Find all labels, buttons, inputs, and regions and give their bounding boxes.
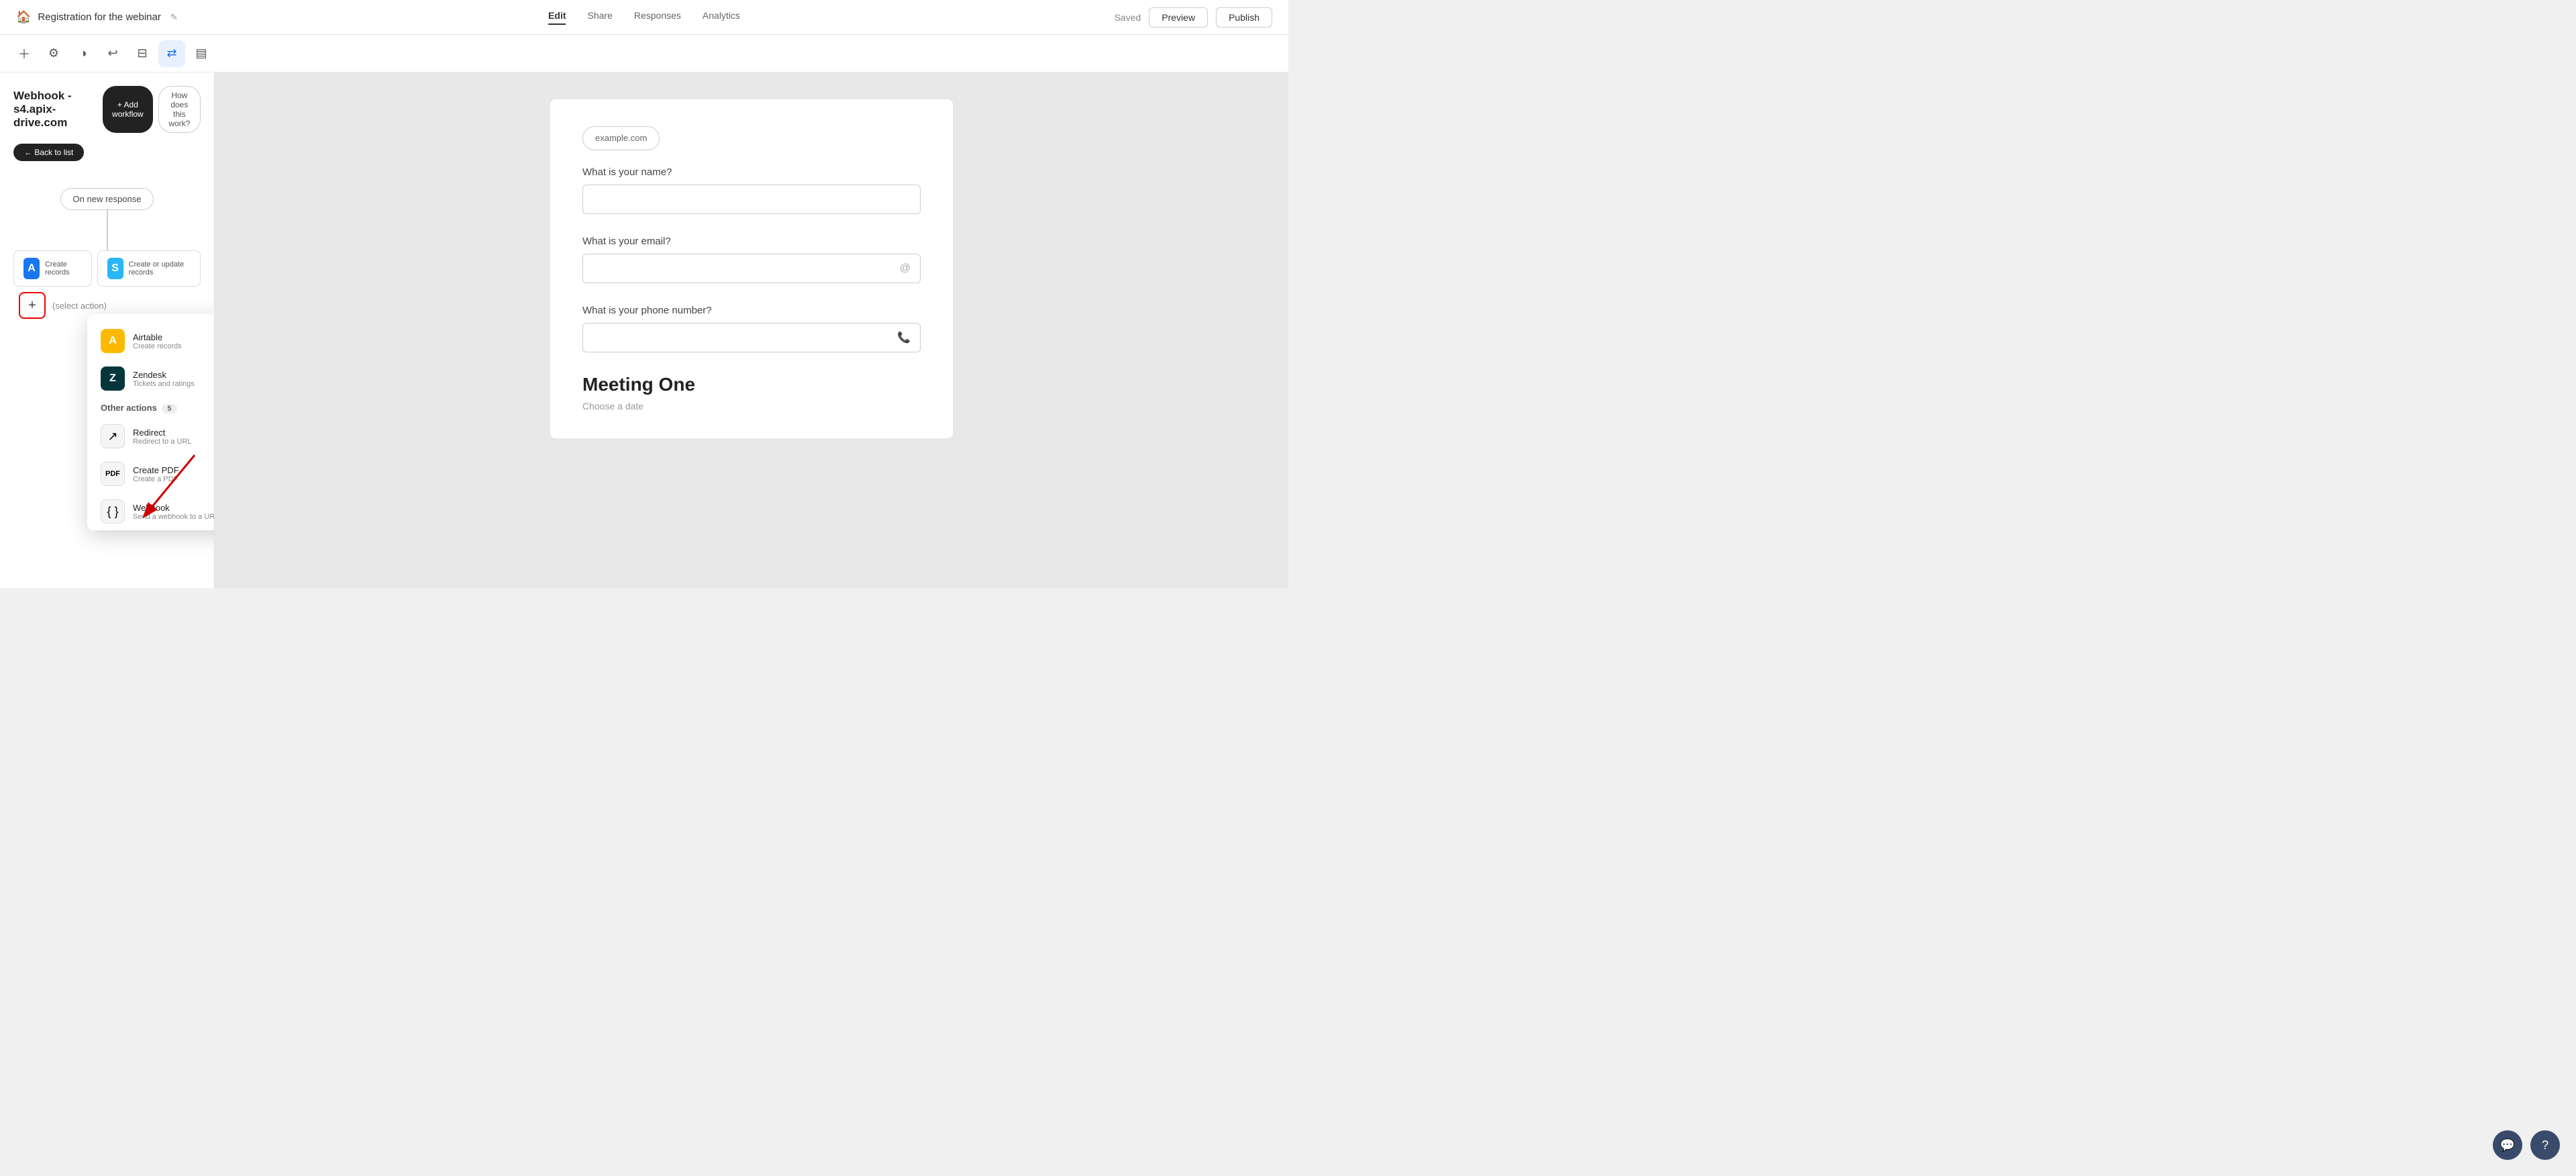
- other-actions-badge: 5: [162, 404, 176, 413]
- webhook-icon: { }: [101, 499, 125, 524]
- redirect-icon: ↗: [101, 424, 125, 448]
- action-picker-scroll: A Airtable Create records S Salesforce: [87, 314, 215, 530]
- webhook-desc: Send a webhook to a URL: [133, 513, 215, 521]
- email-input[interactable]: @: [582, 254, 921, 283]
- nav-right: Saved Preview Publish: [1115, 7, 1272, 28]
- tab-share[interactable]: Share: [588, 10, 613, 25]
- toolbar-layout-btn[interactable]: ▤: [188, 40, 215, 67]
- airtable-node-label: Create records: [45, 260, 82, 277]
- select-action-text: (select action): [52, 301, 107, 311]
- publish-button[interactable]: Publish: [1216, 7, 1272, 28]
- saved-status: Saved: [1115, 12, 1141, 23]
- zendesk-icon: Z: [101, 366, 125, 391]
- main-area: Webhook - s4.apix-drive.com + Add workfl…: [0, 72, 1288, 588]
- form-background-area: example.com What is your name? What is y…: [215, 72, 1288, 588]
- toolbar-add-btn[interactable]: ＋: [11, 40, 38, 67]
- email-at-icon: @: [900, 262, 911, 275]
- how-does-this-work-button[interactable]: How does this work?: [158, 86, 201, 133]
- tab-edit[interactable]: Edit: [548, 10, 566, 25]
- airtable-node[interactable]: A Create records: [13, 250, 92, 287]
- salesforce-node-icon: S: [107, 258, 123, 279]
- salesforce-node-label: Create or update records: [129, 260, 191, 277]
- email-field-group: What is your email? @: [582, 236, 921, 283]
- back-to-list-button[interactable]: ← Back to list: [13, 144, 84, 161]
- on-new-response-node: On new response: [13, 188, 201, 210]
- webhook-row: { } Webhook Send a webhook to a URL: [87, 493, 215, 530]
- email-placeholder-tag: example.com: [582, 126, 660, 150]
- toolbar-settings-btn[interactable]: ⚙: [40, 40, 67, 67]
- zendesk-row: Z Zendesk Tickets and ratings: [87, 360, 215, 397]
- form-section-title: Meeting One: [582, 374, 921, 395]
- airtable-name: Airtable: [133, 332, 182, 342]
- pdf-name: Create PDF: [133, 465, 179, 475]
- on-new-response-pill: On new response: [60, 188, 154, 210]
- email-label: What is your email?: [582, 236, 921, 247]
- airtable-icon: A: [101, 329, 125, 353]
- airtable-node-icon: A: [23, 258, 40, 279]
- redirect-desc: Redirect to a URL: [133, 438, 191, 446]
- edit-title-icon[interactable]: ✎: [170, 12, 178, 23]
- panel-header-buttons: + Add workflow How does this work?: [103, 86, 201, 133]
- action-item-zendesk[interactable]: Z Zendesk Tickets and ratings: [87, 360, 215, 397]
- chat-support-area: 💬 ?: [2493, 1130, 2560, 1160]
- node-actions-row: A Create records S Create or update reco…: [13, 250, 201, 287]
- phone-field-group: What is your phone number? 📞: [582, 305, 921, 352]
- airtable-desc: Create records: [133, 342, 182, 350]
- select-action-button[interactable]: +: [19, 292, 46, 319]
- toolbar-logic-btn[interactable]: ⊟: [129, 40, 156, 67]
- name-label: What is your name?: [582, 166, 921, 178]
- add-workflow-button[interactable]: + Add workflow: [103, 86, 153, 133]
- name-input[interactable]: [582, 185, 921, 214]
- action-item-airtable[interactable]: A Airtable Create records: [87, 322, 215, 360]
- toolbar-undo-btn[interactable]: ↩: [99, 40, 126, 67]
- panel-header: Webhook - s4.apix-drive.com + Add workfl…: [0, 72, 214, 144]
- other-actions-label: Other actions 5: [87, 397, 215, 418]
- app-title: Registration for the webinar: [38, 11, 160, 23]
- name-field-group: What is your name?: [582, 166, 921, 214]
- pdf-email-row: PDF Create PDF Create a PDF @ Email: [87, 455, 215, 493]
- action-item-pdf[interactable]: PDF Create PDF Create a PDF: [87, 455, 215, 493]
- integrations-panel: Webhook - s4.apix-drive.com + Add workfl…: [0, 72, 215, 588]
- pdf-icon: PDF: [101, 462, 125, 486]
- toolbar: ＋ ⚙ ◑ ↩ ⊟ ⇄ ▤: [0, 35, 1288, 72]
- phone-icon: 📞: [897, 331, 911, 344]
- redirect-name: Redirect: [133, 428, 191, 438]
- nav-left: 🏠 Registration for the webinar ✎: [16, 10, 178, 24]
- toolbar-theme-btn[interactable]: ◑: [70, 40, 97, 67]
- help-button[interactable]: ?: [2530, 1130, 2560, 1160]
- pdf-desc: Create a PDF: [133, 475, 179, 483]
- webhook-name: Webhook: [133, 503, 215, 513]
- action-item-webhook[interactable]: { } Webhook Send a webhook to a URL: [87, 493, 215, 530]
- chat-button[interactable]: 💬: [2493, 1130, 2522, 1160]
- zendesk-desc: Tickets and ratings: [133, 380, 195, 388]
- node-connector: [107, 210, 108, 250]
- phone-label: What is your phone number?: [582, 305, 921, 316]
- action-picker-dropdown: A Airtable Create records S Salesforce: [87, 314, 215, 530]
- email-tag-text: example.com: [595, 133, 647, 143]
- panel-title: Webhook - s4.apix-drive.com: [13, 89, 103, 130]
- zendesk-name: Zendesk: [133, 370, 195, 380]
- top-nav: 🏠 Registration for the webinar ✎ Edit Sh…: [0, 0, 1288, 35]
- home-icon[interactable]: 🏠: [16, 10, 31, 24]
- other-actions-items: ↗ Redirect Redirect to a URL ✓ Success m…: [87, 418, 215, 455]
- choose-date-label: Choose a date: [582, 401, 921, 411]
- tab-analytics[interactable]: Analytics: [703, 10, 740, 25]
- action-item-redirect[interactable]: ↗ Redirect Redirect to a URL: [87, 418, 215, 455]
- pre-section-items: A Airtable Create records S Salesforce: [87, 322, 215, 360]
- form-paper: example.com What is your name? What is y…: [550, 99, 953, 438]
- tab-responses[interactable]: Responses: [634, 10, 681, 25]
- nav-tabs: Edit Share Responses Analytics: [548, 10, 740, 25]
- toolbar-integrations-btn[interactable]: ⇄: [158, 40, 185, 67]
- phone-input[interactable]: 📞: [582, 323, 921, 352]
- preview-button[interactable]: Preview: [1149, 7, 1208, 28]
- salesforce-node[interactable]: S Create or update records: [97, 250, 201, 287]
